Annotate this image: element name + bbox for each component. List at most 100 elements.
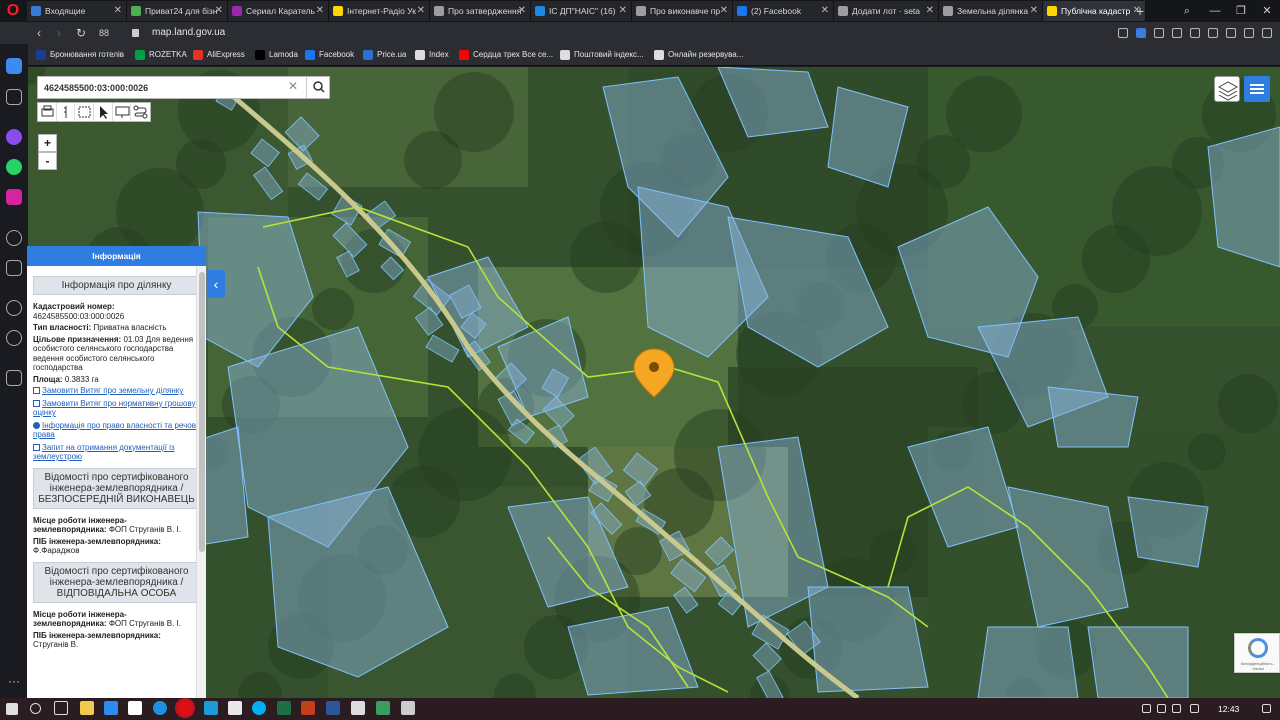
tab-7[interactable]: Про виконавче пр ✕ bbox=[632, 1, 733, 21]
panel-scrollbar[interactable] bbox=[196, 266, 206, 698]
measure-distance-icon[interactable] bbox=[57, 103, 76, 121]
order-extract-link[interactable]: Замовити Витяг про земельну ділянку bbox=[33, 386, 200, 396]
opera-taskbar-icon[interactable] bbox=[178, 701, 192, 715]
file-explorer-icon[interactable] bbox=[80, 701, 94, 715]
pinboard-icon[interactable] bbox=[6, 370, 22, 386]
measure-area-icon[interactable] bbox=[75, 103, 95, 121]
printer-icon[interactable] bbox=[351, 701, 365, 715]
bookmarks-heart-icon[interactable] bbox=[6, 300, 22, 316]
tab-10[interactable]: Земельна ділянка ✕ bbox=[939, 1, 1043, 21]
network-icon[interactable] bbox=[1142, 704, 1151, 713]
bookmark-2[interactable]: ROZETKA bbox=[135, 44, 187, 66]
instagram-icon[interactable] bbox=[6, 189, 22, 205]
zoom-in-button[interactable]: + bbox=[38, 134, 57, 152]
map-canvas[interactable] bbox=[28, 67, 1280, 698]
bookmark-7[interactable]: Index bbox=[415, 44, 449, 66]
clear-search-icon[interactable]: ✕ bbox=[288, 79, 298, 93]
flow-icon[interactable] bbox=[6, 260, 22, 276]
back-button[interactable]: ‹ bbox=[30, 22, 48, 44]
tab-6[interactable]: ІС ДП"НАІС" (16) ✕ bbox=[531, 1, 632, 21]
pointer-icon[interactable] bbox=[94, 103, 113, 121]
cadastral-map[interactable]: ✕ + - ‹ Конфіденційність - Умови bbox=[28, 67, 1280, 698]
notifications-icon[interactable] bbox=[1262, 704, 1271, 713]
cadastral-search-input[interactable] bbox=[44, 80, 284, 96]
recaptcha-badge[interactable]: Конфіденційність - Умови bbox=[1234, 633, 1280, 673]
send-icon[interactable] bbox=[1154, 28, 1164, 38]
mail-icon[interactable] bbox=[104, 701, 118, 715]
tab-3[interactable]: Сериал Каратель ✕ bbox=[228, 1, 329, 21]
tab-11[interactable]: Публічна кадастр ✕ bbox=[1043, 1, 1146, 21]
volume-icon[interactable] bbox=[1157, 704, 1166, 713]
vpn-icon[interactable] bbox=[1190, 28, 1200, 38]
layers-button[interactable] bbox=[1214, 76, 1240, 102]
tab-close-icon[interactable]: ✕ bbox=[926, 1, 934, 21]
forward-button[interactable]: › bbox=[50, 22, 68, 44]
print-icon[interactable] bbox=[38, 103, 57, 121]
tab-count-badge[interactable]: 88 bbox=[94, 22, 114, 44]
tab-close-icon[interactable]: ✕ bbox=[720, 1, 728, 21]
tab-close-icon[interactable]: ✕ bbox=[114, 1, 122, 21]
whatsapp-icon[interactable] bbox=[6, 159, 22, 175]
messenger-icon[interactable] bbox=[6, 129, 22, 145]
history-icon[interactable] bbox=[6, 330, 22, 346]
new-tab-button[interactable]: + bbox=[1136, 1, 1144, 21]
bookmark-3[interactable]: AliExpress bbox=[193, 44, 245, 66]
speed-dial-icon[interactable] bbox=[6, 89, 22, 105]
route-icon[interactable] bbox=[131, 103, 150, 121]
tab-close-icon[interactable]: ✕ bbox=[316, 1, 324, 21]
url-field[interactable]: map.land.gov.ua bbox=[152, 22, 225, 44]
close-window-button[interactable]: ✕ bbox=[1254, 1, 1280, 21]
tab-2[interactable]: Приват24 для бізн ✕ bbox=[127, 1, 228, 21]
powerpoint-icon[interactable] bbox=[301, 701, 315, 715]
tab-5[interactable]: Про затвердження ✕ bbox=[430, 1, 531, 21]
menu-icon[interactable] bbox=[1262, 28, 1272, 38]
cloud-icon[interactable] bbox=[1190, 704, 1199, 713]
order-valuation-link[interactable]: Замовити Витяг про нормативну грошову оц… bbox=[33, 399, 200, 418]
zoom-out-button[interactable]: - bbox=[38, 152, 57, 170]
bookmark-5[interactable]: Facebook bbox=[305, 44, 354, 66]
app3-icon[interactable] bbox=[401, 701, 415, 715]
tab-close-icon[interactable]: ✕ bbox=[417, 1, 425, 21]
bookmark-4[interactable]: Lamoda bbox=[255, 44, 298, 66]
tab-8[interactable]: (2) Facebook ✕ bbox=[733, 1, 834, 21]
search-tabs-icon[interactable]: ⌕ bbox=[1174, 1, 1200, 21]
tab-close-icon[interactable]: ✕ bbox=[619, 1, 627, 21]
skype-icon[interactable] bbox=[252, 701, 266, 715]
tab-close-icon[interactable]: ✕ bbox=[1030, 1, 1038, 21]
tab-close-icon[interactable]: ✕ bbox=[215, 1, 223, 21]
more-icon[interactable]: ··· bbox=[6, 675, 22, 692]
tab-close-icon[interactable]: ✕ bbox=[821, 1, 829, 21]
bookmark-9[interactable]: Поштовий індекс... bbox=[560, 44, 644, 66]
edge-icon[interactable] bbox=[153, 701, 167, 715]
search-icon[interactable] bbox=[30, 703, 41, 714]
tab-9[interactable]: Додати лот · seta ✕ bbox=[834, 1, 939, 21]
search-button[interactable] bbox=[306, 77, 330, 98]
word-icon[interactable] bbox=[326, 701, 340, 715]
download-icon[interactable] bbox=[1244, 28, 1254, 38]
language-icon[interactable] bbox=[1172, 704, 1181, 713]
shield-icon[interactable] bbox=[1136, 28, 1146, 38]
maximize-button[interactable]: ❐ bbox=[1228, 1, 1254, 21]
tab-1[interactable]: Входящие ✕ bbox=[27, 1, 127, 21]
bookmark-6[interactable]: Price.ua bbox=[363, 44, 406, 66]
excel-icon[interactable] bbox=[277, 701, 291, 715]
hamburger-menu-button[interactable] bbox=[1244, 76, 1270, 102]
bookmark-10[interactable]: Онлайн резервува... bbox=[654, 44, 743, 66]
monitor-icon[interactable] bbox=[113, 103, 132, 121]
camera-icon[interactable] bbox=[1118, 28, 1128, 38]
documentation-request-link[interactable]: Запит на отримання документації із земле… bbox=[33, 443, 200, 462]
tab-close-icon[interactable]: ✕ bbox=[518, 1, 526, 21]
package-icon[interactable] bbox=[1226, 28, 1236, 38]
bookmark-1[interactable]: Бронювання готелів bbox=[36, 44, 124, 66]
lock-icon[interactable] bbox=[132, 29, 139, 37]
bookmark-8[interactable]: Сердца трех Все се... bbox=[459, 44, 553, 66]
easy-setup-icon[interactable] bbox=[1208, 28, 1218, 38]
calculator-icon[interactable] bbox=[228, 701, 242, 715]
scrollbar-thumb[interactable] bbox=[199, 272, 205, 552]
heart-icon[interactable] bbox=[1172, 28, 1182, 38]
app2-icon[interactable] bbox=[376, 701, 390, 715]
opera-logo-icon[interactable]: O bbox=[4, 2, 22, 20]
task-view-icon[interactable] bbox=[54, 701, 68, 715]
home-icon[interactable] bbox=[6, 58, 22, 74]
windows-start-icon[interactable] bbox=[6, 703, 18, 715]
